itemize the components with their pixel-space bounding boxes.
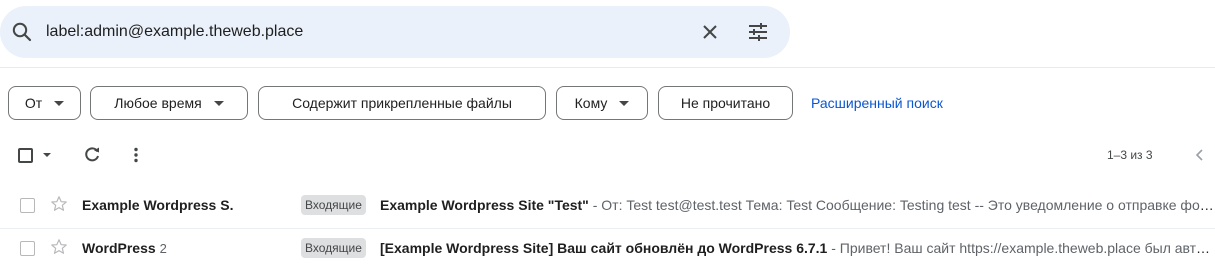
row-checkbox[interactable] — [20, 198, 35, 213]
advanced-search-link[interactable]: Расширенный поиск — [811, 86, 943, 120]
filter-to-label: Кому — [574, 95, 608, 111]
filter-to-chip[interactable]: Кому — [556, 86, 648, 120]
filter-from-label: От — [24, 95, 43, 111]
email-snippet: - От: Test test@test.test Тема: Test Соо… — [592, 197, 1215, 213]
email-subject: Example Wordpress Site "Test" — [380, 197, 589, 213]
clear-icon — [703, 25, 717, 39]
search-options-button[interactable] — [744, 18, 772, 46]
sender-name: Example Wordpress S. — [82, 197, 234, 213]
filter-any-time-label: Любое время — [114, 95, 202, 111]
more-vert-icon[interactable] — [126, 145, 146, 165]
email-row[interactable]: WordPress 2 Входящие [Example Wordpress S… — [0, 228, 1215, 264]
inbox-label-chip[interactable]: Входящие — [301, 195, 366, 215]
star-icon[interactable] — [50, 195, 68, 213]
thread-count: 2 — [159, 241, 167, 256]
email-row[interactable]: Example Wordpress S. Входящие Example Wo… — [0, 186, 1215, 224]
filter-any-time-chip[interactable]: Любое время — [90, 86, 248, 120]
email-sender: Example Wordpress S. — [82, 186, 237, 225]
pagination-text: 1–3 из 3 — [1107, 148, 1153, 162]
search-icon[interactable] — [10, 20, 34, 44]
email-content: Example Wordpress Site "Test" - От: Test… — [380, 186, 1215, 224]
search-input[interactable]: label:admin@example.theweb.place — [46, 6, 303, 58]
select-dropdown-caret-icon[interactable] — [43, 153, 51, 157]
filter-attachments-label: Содержит прикрепленные файлы — [292, 95, 512, 111]
filter-unread-label: Не прочитано — [680, 95, 771, 111]
sender-name: WordPress — [82, 240, 156, 256]
dropdown-caret-icon — [213, 100, 224, 106]
filter-attachments-chip[interactable]: Содержит прикрепленные файлы — [258, 86, 546, 120]
search-options-icon — [749, 23, 767, 41]
search-bar[interactable]: label:admin@example.theweb.place — [0, 6, 790, 58]
star-icon[interactable] — [50, 238, 68, 256]
email-subject: [Example Wordpress Site] Ваш сайт обновл… — [380, 240, 828, 256]
dropdown-caret-icon — [54, 100, 65, 106]
select-all-checkbox[interactable] — [18, 148, 33, 163]
divider — [0, 67, 1215, 68]
email-content: [Example Wordpress Site] Ваш сайт обновл… — [380, 229, 1215, 264]
filter-unread-chip[interactable]: Не прочитано — [658, 86, 793, 120]
refresh-icon[interactable] — [82, 145, 102, 165]
dropdown-caret-icon — [619, 100, 630, 106]
filter-from-chip[interactable]: От — [8, 86, 81, 120]
inbox-label-chip[interactable]: Входящие — [301, 238, 366, 258]
email-snippet: - Привет! Ваш сайт https://example.thewe… — [831, 240, 1215, 256]
email-sender: WordPress 2 — [82, 229, 167, 264]
row-checkbox[interactable] — [20, 241, 35, 256]
chevron-left-icon[interactable] — [1190, 145, 1210, 165]
clear-search-button[interactable] — [696, 18, 724, 46]
